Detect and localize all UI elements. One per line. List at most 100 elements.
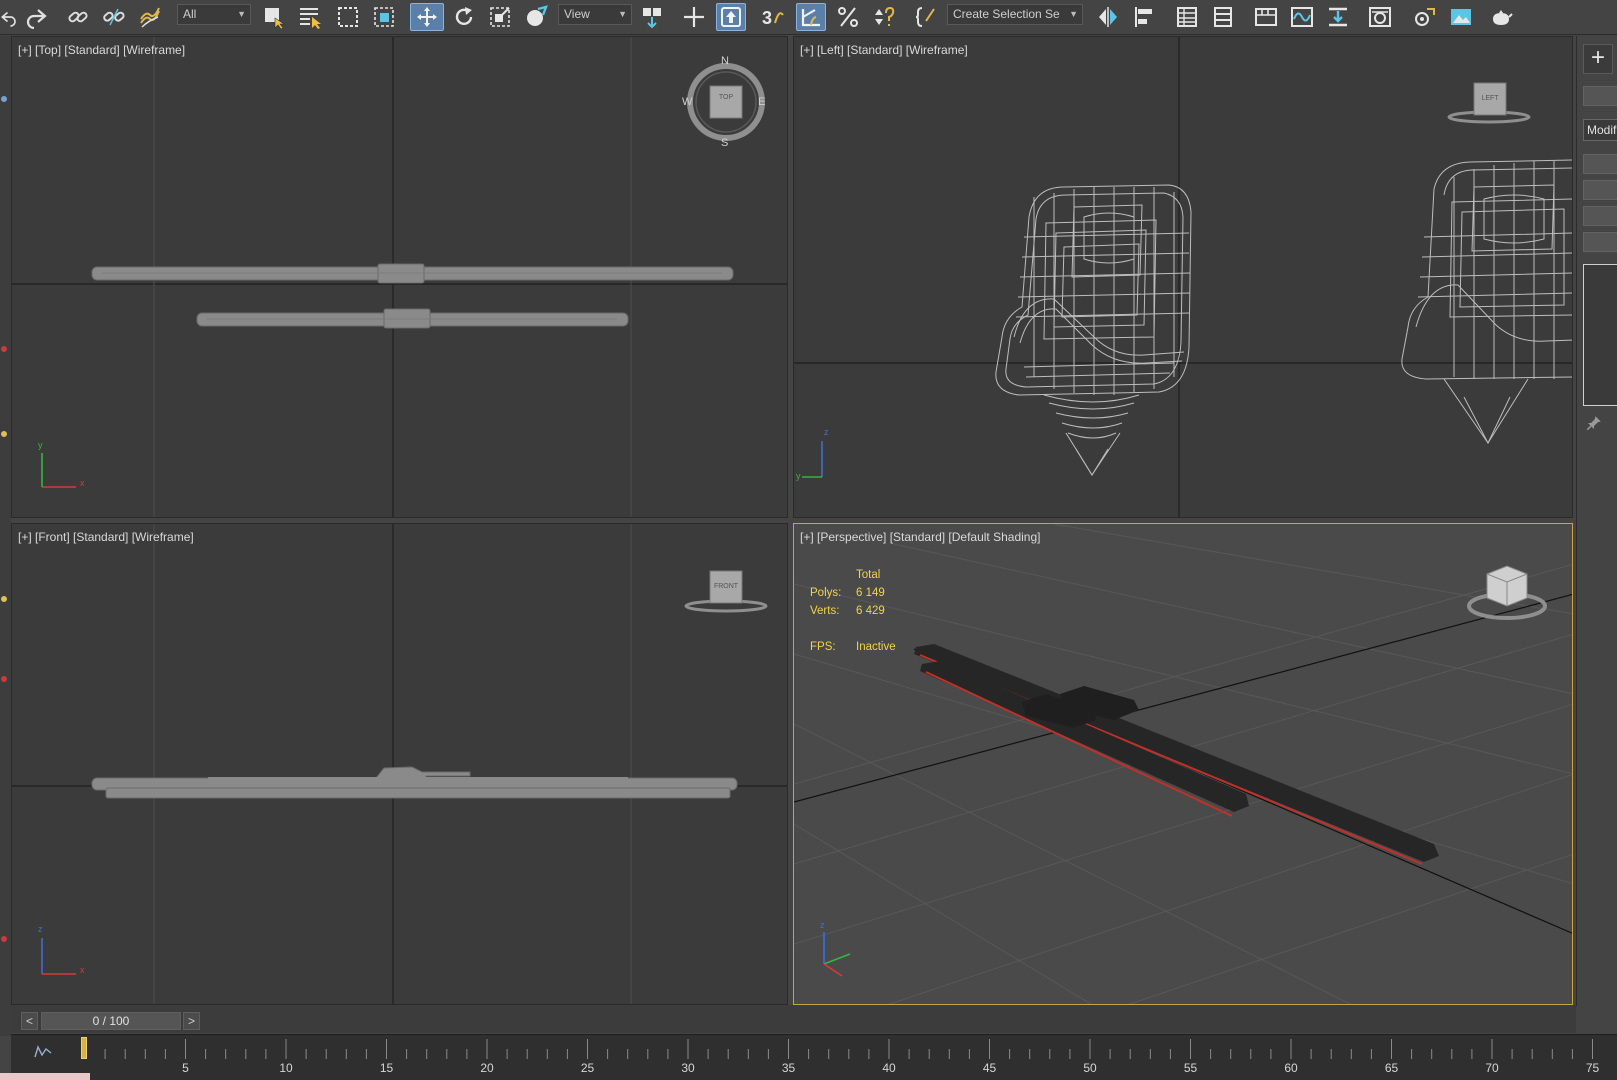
track-tick-label: 50 [1083,1061,1097,1075]
panel-button[interactable] [1583,154,1617,174]
strip-marker [1,936,7,942]
viewport-label-left[interactable]: [+] [Left] [Standard] [Wireframe] [800,43,968,57]
strip-marker [1,596,7,602]
panel-field[interactable] [1583,86,1617,106]
viewport-front[interactable]: [+] [Front] [Standard] [Wireframe] FRONT… [11,523,788,1005]
pivot-center-icon [643,8,661,29]
unlink-button[interactable] [100,3,128,31]
window-crossing-icon [374,7,394,27]
mirror-button[interactable] [1094,3,1122,31]
time-slider-thumb[interactable]: 0 / 100 [41,1012,181,1030]
viewport-label-top[interactable]: [+] [Top] [Standard] [Wireframe] [18,43,185,57]
scene-explorer-button[interactable] [1173,3,1201,31]
axis-tripod-front [41,938,76,975]
select-manipulate-button[interactable] [680,3,708,31]
select-object-button[interactable] [260,3,288,31]
layers-icon [1214,7,1232,27]
curve-editor-button[interactable] [1288,3,1316,31]
keyboard-shortcut-override-button[interactable] [716,3,746,31]
viewport-perspective[interactable]: [+] [Perspective] [Standard] [Default Sh… [793,523,1573,1005]
current-frame-marker[interactable] [81,1037,87,1059]
modify-tab[interactable]: Modifi [1583,119,1617,141]
pin-stack-button[interactable] [1585,414,1603,437]
viewcube-front[interactable] [684,570,768,613]
top-viewport-scene [12,37,787,517]
render-setup-button[interactable] [1410,3,1438,31]
scale-button[interactable] [486,3,514,31]
select-by-name-icon [300,8,321,29]
axis-tripod-left [802,441,823,478]
viewcube-left[interactable] [1447,82,1531,124]
track-tick-label: 5 [182,1061,189,1075]
move-button[interactable] [410,3,444,31]
snaps-toggle-button[interactable]: 3 [758,3,788,31]
rotate-icon [455,7,473,26]
viewport-top[interactable]: [+] [Top] [Standard] [Wireframe] TOP N S… [11,36,788,518]
previous-frame-button[interactable]: < [21,1012,38,1030]
chevron-down-icon: ▼ [237,9,246,19]
named-selection-dropdown[interactable]: Create Selection Se ▼ [947,4,1083,25]
link-icon [68,11,88,23]
create-tab-button[interactable]: + [1583,44,1613,74]
angle-snap-button[interactable] [796,3,826,31]
unlink-icon [103,8,125,26]
wiper-clip-wireframe-2 [1401,159,1572,445]
redo-button[interactable] [22,3,50,31]
track-tick-label: 45 [982,1061,997,1075]
rotate-button[interactable] [450,3,478,31]
place-button[interactable] [522,3,550,31]
stats-fps-label: FPS: [810,641,836,653]
selection-filter-dropdown[interactable]: All ▼ [177,4,251,25]
status-bar-strip [0,1073,90,1080]
edit-named-selection-button[interactable] [914,3,938,31]
axis-label-y: y [796,471,801,481]
viewport-left[interactable]: [+] [Left] [Standard] [Wireframe] LEFT z… [793,36,1573,518]
reference-coordinate-dropdown[interactable]: View ▼ [558,4,632,25]
spinner-snap-button[interactable] [870,3,898,31]
panel-button[interactable] [1583,206,1617,226]
track-tick-label: 10 [279,1061,293,1075]
track-tick-label: 70 [1485,1061,1499,1075]
shortcut-override-icon [721,7,741,27]
bind-space-warp-button[interactable] [136,3,164,31]
material-editor-icon [1369,7,1391,27]
rendered-frame-window-button[interactable] [1446,3,1476,31]
material-editor-button[interactable] [1366,3,1394,31]
next-frame-button[interactable]: > [183,1012,200,1030]
percent-snap-button[interactable] [834,3,862,31]
schematic-view-button[interactable] [1324,3,1352,31]
align-button[interactable] [1130,3,1158,31]
select-by-name-button[interactable] [296,3,324,31]
compass-west: W [682,96,693,108]
track-tick-label: 15 [379,1061,394,1075]
axis-label-z: z [820,920,825,930]
region-select-button[interactable] [334,3,362,31]
undo-button[interactable] [0,3,18,31]
chevron-down-icon: ▼ [618,9,627,19]
toggle-ribbon-button[interactable] [1252,3,1280,31]
panel-button[interactable] [1583,232,1617,252]
redo-icon [26,9,47,29]
wiper-blade-top-1 [91,263,734,284]
select-object-icon [265,8,285,29]
viewcube-top[interactable] [687,63,765,141]
layer-explorer-button[interactable] [1209,3,1237,31]
track-tick-label: 20 [480,1061,494,1075]
space-warp-icon [140,7,160,28]
time-slider[interactable]: < 0 / 100 > [11,1005,1576,1033]
track-bar[interactable]: 051015202530354045505560657075 [11,1034,1617,1080]
viewport-label-perspective[interactable]: [+] [Perspective] [Standard] [Default Sh… [800,530,1040,544]
viewport-label-front[interactable]: [+] [Front] [Standard] [Wireframe] [18,530,194,544]
window-crossing-button[interactable] [370,3,398,31]
link-button[interactable] [64,3,92,31]
modifier-stack-list[interactable] [1583,264,1617,406]
pivot-center-button[interactable] [638,3,666,31]
command-panel: + Modifi [1576,36,1617,1006]
panel-button[interactable] [1583,180,1617,200]
move-icon [417,7,437,27]
perspective-viewport-scene [794,524,1572,1004]
render-production-button[interactable] [1486,3,1516,31]
viewcube-perspective[interactable] [1467,565,1547,620]
undo-icon [0,11,16,27]
selection-filter-value: All [183,7,197,21]
